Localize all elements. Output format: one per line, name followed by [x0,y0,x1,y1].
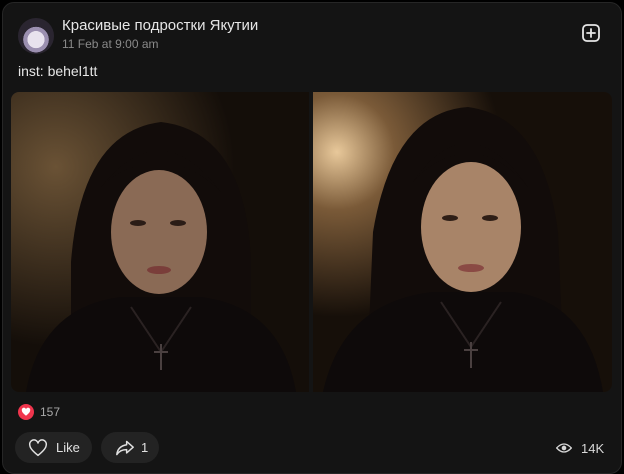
post-photo-1[interactable] [11,92,309,392]
likes-count: 157 [40,405,61,419]
post-date[interactable]: 11 Feb at 9:00 am [62,37,159,51]
add-button[interactable] [581,23,601,43]
reactions-summary[interactable]: 157 [18,404,60,420]
channel-avatar[interactable] [18,18,54,54]
heart-icon [18,404,34,420]
plus-square-icon [582,24,600,42]
share-arrow-icon [116,440,134,455]
views-count: 14K [581,440,605,456]
post-text: inst: behel1tt [18,63,98,79]
shares-count: 1 [141,440,149,455]
post-photo-2[interactable] [313,92,612,392]
channel-name[interactable]: Красивые подростки Якутии [62,17,258,34]
views-counter: 14K [556,440,604,456]
eye-icon [556,443,572,453]
like-button[interactable]: Like [15,432,92,463]
heart-outline-icon [29,438,47,456]
share-button[interactable]: 1 [101,432,159,463]
like-label: Like [56,440,80,455]
